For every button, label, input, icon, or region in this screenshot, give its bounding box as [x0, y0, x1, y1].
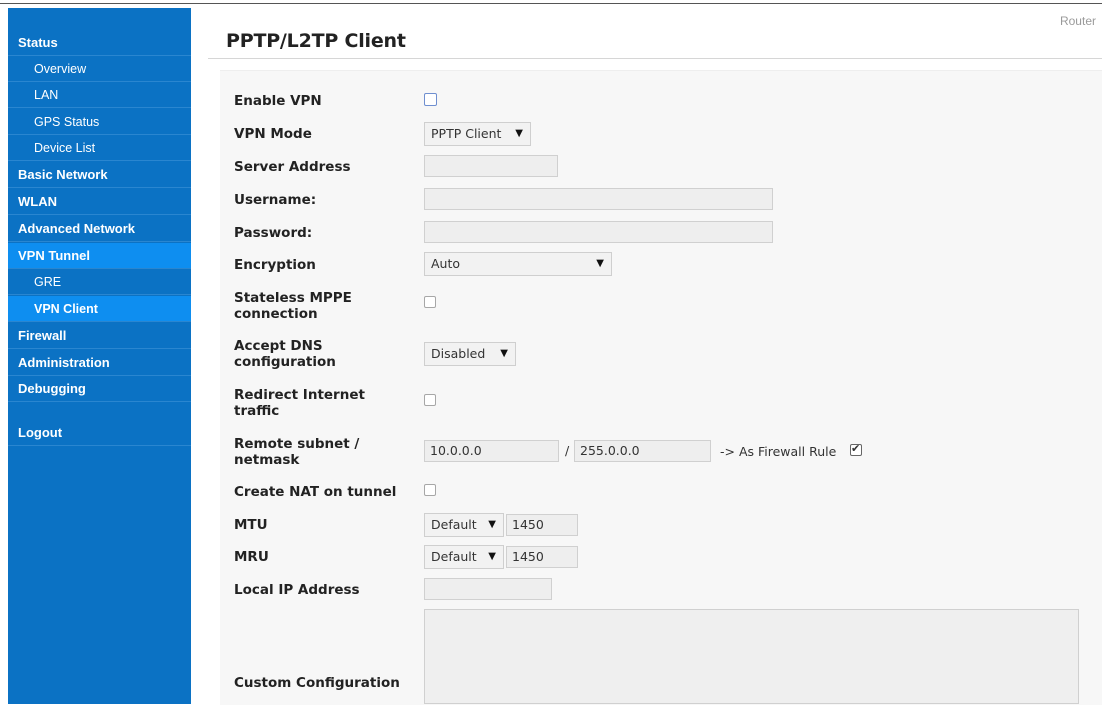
sidebar-item-label: Firewall: [18, 328, 67, 343]
mtu-mode-value: Default: [431, 517, 477, 532]
accept-dns-label: Accept DNS configuration: [234, 338, 404, 370]
accept-dns-value: Disabled: [431, 346, 486, 361]
redirect-internet-label-line2: traffic: [234, 403, 280, 419]
accept-dns-label-line2: configuration: [234, 354, 336, 370]
local-ip-input[interactable]: [424, 578, 552, 600]
mru-label: MRU: [234, 549, 269, 565]
chevron-down-icon: ▼: [488, 519, 496, 530]
sidebar-item-advanced-network[interactable]: Advanced Network: [8, 216, 191, 242]
vpn-mode-value: PPTP Client: [431, 126, 502, 141]
sidebar-item-label: Status: [18, 35, 58, 50]
sidebar-item-label: Basic Network: [18, 167, 108, 182]
sidebar-item-label: Logout: [18, 425, 63, 440]
sidebar-item-firewall[interactable]: Firewall: [8, 323, 191, 349]
local-ip-label: Local IP Address: [234, 582, 360, 598]
password-label: Password:: [234, 225, 313, 241]
sidebar-item-gre[interactable]: GRE: [8, 269, 191, 295]
accept-dns-label-line1: Accept DNS: [234, 338, 323, 354]
redirect-internet-label-line1: Redirect Internet: [234, 387, 365, 403]
custom-config-label: Custom Configuration: [234, 675, 400, 691]
stateless-mppe-label-line2: connection: [234, 306, 318, 322]
redirect-internet-label: Redirect Internet traffic: [234, 387, 404, 419]
sidebar-item-vpn-client[interactable]: VPN Client: [8, 296, 191, 322]
subnet-separator: /: [565, 443, 570, 458]
sidebar-item-administration[interactable]: Administration: [8, 350, 191, 376]
sidebar-item-vpn-tunnel[interactable]: VPN Tunnel: [8, 243, 191, 269]
sidebar-item-gps-status[interactable]: GPS Status: [8, 109, 191, 135]
remote-subnet-input[interactable]: 10.0.0.0: [424, 440, 559, 462]
sidebar-item-label: Overview: [34, 62, 87, 76]
sidebar-item-lan[interactable]: LAN: [8, 82, 191, 108]
sidebar-item-status[interactable]: Status: [8, 30, 191, 56]
sidebar-item-label: Device List: [34, 141, 96, 155]
chevron-down-icon: ▼: [488, 551, 496, 562]
stateless-mppe-label: Stateless MPPE connection: [234, 290, 404, 322]
sidebar-item-label: VPN Tunnel: [18, 248, 90, 263]
remote-subnet-label: Remote subnet / netmask: [234, 436, 404, 468]
mru-mode-select[interactable]: Default ▼: [424, 545, 504, 569]
firewall-rule-text: -> As Firewall Rule: [720, 444, 837, 459]
sidebar-item-label: WLAN: [18, 194, 57, 209]
enable-vpn-label: Enable VPN: [234, 93, 322, 109]
mtu-label: MTU: [234, 517, 268, 533]
server-address-label: Server Address: [234, 159, 351, 175]
mru-value-input[interactable]: 1450: [506, 546, 578, 568]
accept-dns-select[interactable]: Disabled ▼: [424, 342, 516, 366]
remote-netmask-input[interactable]: 255.0.0.0: [574, 440, 711, 462]
create-nat-checkbox[interactable]: [424, 484, 436, 496]
username-input[interactable]: [424, 188, 773, 210]
firewall-rule-checkbox[interactable]: [850, 442, 862, 456]
sidebar-item-label: GRE: [34, 275, 62, 289]
encryption-label: Encryption: [234, 257, 316, 273]
sidebar-item-label: Administration: [18, 355, 110, 370]
remote-subnet-label-line2: netmask: [234, 452, 300, 468]
encryption-select[interactable]: Auto ▼: [424, 252, 612, 276]
enable-vpn-checkbox[interactable]: [424, 93, 437, 106]
mtu-mode-select[interactable]: Default ▼: [424, 513, 504, 537]
password-input[interactable]: [424, 221, 773, 243]
chevron-down-icon: ▼: [515, 128, 523, 139]
custom-config-textarea[interactable]: [424, 609, 1079, 704]
sidebar-item-label: VPN Client: [34, 302, 98, 316]
stateless-mppe-checkbox[interactable]: [424, 296, 436, 308]
sidebar-item-label: LAN: [34, 88, 59, 102]
remote-subnet-label-line1: Remote subnet /: [234, 436, 360, 452]
sidebar-item-overview[interactable]: Overview: [8, 56, 191, 82]
sidebar-item-label: Advanced Network: [18, 221, 136, 236]
brand-label: Router: [1059, 14, 1096, 28]
sidebar-item-logout[interactable]: Logout: [8, 420, 191, 446]
sidebar-item-basic-network[interactable]: Basic Network: [8, 162, 191, 188]
mtu-value-input[interactable]: 1450: [506, 514, 578, 536]
page-title: PPTP/L2TP Client: [226, 30, 406, 52]
encryption-value: Auto: [431, 256, 461, 271]
vpn-mode-label: VPN Mode: [234, 126, 312, 142]
vpn-mode-select[interactable]: PPTP Client ▼: [424, 122, 531, 146]
sidebar-item-wlan[interactable]: WLAN: [8, 189, 191, 215]
title-divider: [208, 58, 1102, 59]
sidebar: Status Overview LAN GPS Status Device Li…: [8, 8, 191, 704]
create-nat-label: Create NAT on tunnel: [234, 484, 397, 500]
sidebar-item-label: Debugging: [18, 381, 86, 396]
server-address-input[interactable]: [424, 155, 558, 177]
chevron-down-icon: ▼: [500, 348, 508, 359]
username-label: Username:: [234, 192, 317, 208]
top-border-line: [0, 3, 1102, 4]
redirect-internet-checkbox[interactable]: [424, 394, 436, 406]
sidebar-item-device-list[interactable]: Device List: [8, 135, 191, 161]
stateless-mppe-label-line1: Stateless MPPE: [234, 290, 352, 306]
chevron-down-icon: ▼: [596, 258, 604, 269]
sidebar-item-label: GPS Status: [34, 115, 100, 129]
mru-mode-value: Default: [431, 549, 477, 564]
sidebar-item-debugging[interactable]: Debugging: [8, 376, 191, 402]
